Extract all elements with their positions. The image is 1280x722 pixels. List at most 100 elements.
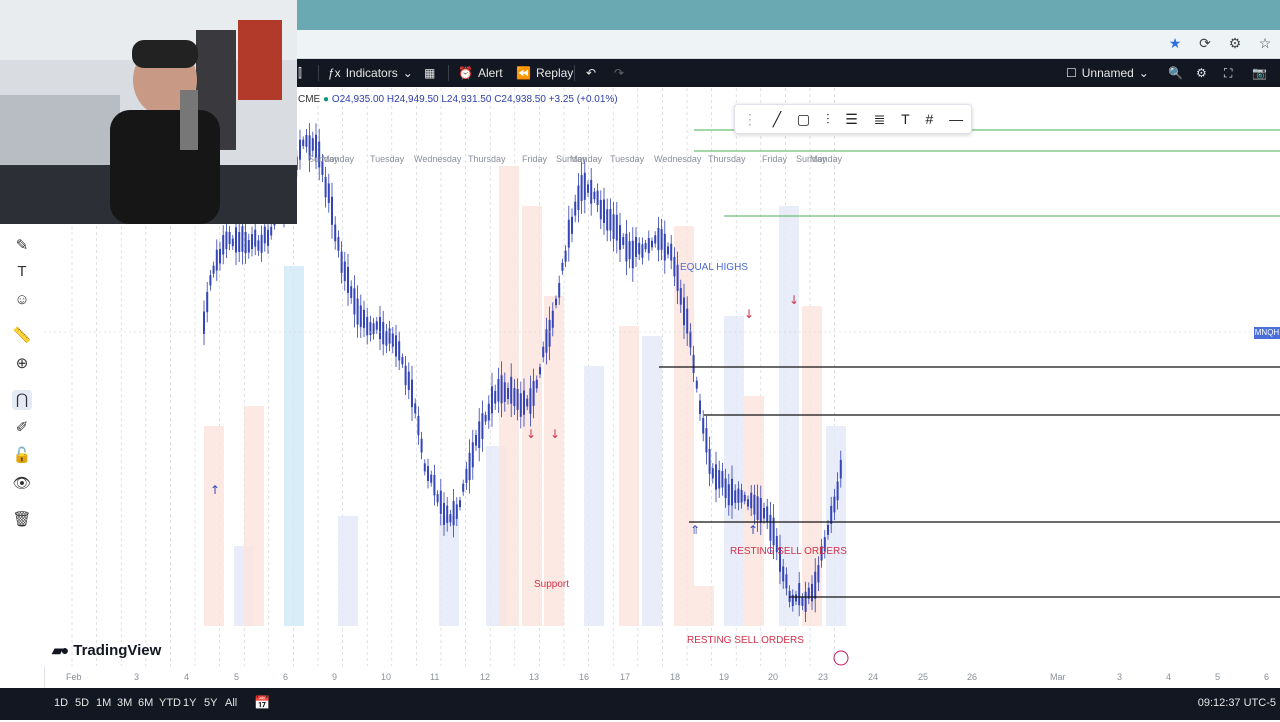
range-button-1y[interactable]: 1Y	[183, 697, 196, 709]
candle-body	[635, 237, 637, 257]
alarm-clock-icon: ⏰	[458, 66, 473, 80]
extension-icon[interactable]: ⚙	[1226, 35, 1244, 52]
text-icon[interactable]: T	[901, 111, 910, 127]
candle-body	[497, 379, 499, 402]
range-button-5y[interactable]: 5Y	[204, 697, 217, 709]
candle-body	[795, 594, 797, 601]
candle-body	[430, 475, 432, 483]
session-box	[584, 366, 604, 626]
signal-arrow: ⇑	[690, 523, 700, 537]
pattern-icon[interactable]: ☰	[845, 111, 858, 128]
range-button-3m[interactable]: 3M	[117, 697, 132, 709]
drag-handle-icon[interactable]: ⋮	[743, 111, 757, 128]
candle-body	[469, 453, 471, 480]
candle-body	[632, 241, 634, 268]
pen-brush-icon[interactable]: ✎	[12, 236, 32, 256]
text-tool-icon[interactable]: T	[12, 262, 32, 282]
trash-icon[interactable]: 🗑	[12, 510, 32, 530]
bookmark-star-icon[interactable]: ★	[1166, 35, 1184, 52]
chart-type-icon[interactable]: ⫿	[298, 59, 302, 87]
time-axis-label: 6	[283, 672, 288, 682]
horizontal-line-icon[interactable]: —	[949, 111, 963, 127]
candle-body	[699, 401, 701, 414]
market-status-dot: ●	[323, 94, 329, 105]
trendline-icon[interactable]: ╱	[773, 111, 781, 128]
time-axis-label: 20	[768, 672, 778, 682]
templates-grid-icon[interactable]: ▦	[424, 59, 435, 87]
fullscreen-icon[interactable]: ⛶	[1224, 59, 1232, 87]
candle-body	[728, 484, 730, 505]
zoom-in-icon[interactable]: ⊕	[12, 354, 32, 374]
candle-body	[427, 466, 429, 481]
candle-body	[561, 263, 563, 271]
lock-icon[interactable]: 🔓	[12, 446, 32, 466]
lightning-icon	[834, 651, 848, 665]
alert-button[interactable]: ⏰ Alert	[458, 59, 503, 87]
chevron-down-icon: ⌄	[1139, 66, 1149, 80]
candle-body	[760, 498, 762, 523]
layout-square-icon: ☐	[1066, 66, 1077, 80]
candle-body	[766, 506, 768, 521]
projection-icon[interactable]: ≣	[874, 111, 886, 128]
quick-search-icon[interactable]: 🔍	[1168, 59, 1183, 87]
candle-body	[833, 497, 835, 513]
fib-icon[interactable]: ⫶	[826, 111, 830, 128]
streamer-camera-image	[0, 0, 297, 224]
range-button-5d[interactable]: 5D	[75, 697, 89, 709]
goto-date-icon[interactable]: 📅	[254, 695, 270, 711]
day-label: Monday	[810, 154, 842, 164]
eye-icon[interactable]: 👁	[12, 474, 32, 494]
candle-body	[379, 317, 381, 339]
day-label: Friday	[522, 154, 547, 164]
layout-name-label: Unnamed	[1082, 66, 1134, 80]
magnet-icon[interactable]: ⋂	[12, 390, 32, 410]
session-box	[338, 516, 358, 626]
redo-icon[interactable]: ↷	[614, 59, 624, 87]
candle-body	[517, 389, 519, 410]
session-box	[619, 326, 639, 626]
indicators-icon: ƒx	[328, 66, 341, 80]
replay-button[interactable]: ⏪ Replay	[516, 59, 573, 87]
candle-body	[302, 140, 304, 146]
candle-body	[357, 298, 359, 324]
camera-snapshot-icon[interactable]: 📷	[1252, 59, 1267, 87]
time-axis-label: Mar	[1050, 672, 1066, 682]
range-button-1d[interactable]: 1D	[54, 697, 68, 709]
candle-body	[264, 227, 266, 244]
grid-icon[interactable]: #	[926, 111, 934, 127]
stay-in-drawing-icon[interactable]: ✐	[12, 418, 32, 438]
candle-body	[814, 572, 816, 599]
candle-body	[737, 489, 739, 503]
candle-body	[235, 227, 237, 252]
range-button-ytd[interactable]: YTD	[159, 697, 181, 709]
replay-label: Replay	[536, 66, 573, 80]
settings-gear-icon[interactable]: ⚙	[1196, 59, 1207, 87]
candle-body	[213, 266, 215, 274]
candle-body	[443, 503, 445, 525]
refresh-extension-icon[interactable]: ⟳	[1196, 35, 1214, 52]
time-axis-label: 11	[430, 672, 439, 682]
candle-body	[827, 525, 829, 535]
candle-body	[395, 335, 397, 356]
candle-body	[472, 442, 474, 467]
indicators-button[interactable]: ƒx Indicators ⌄	[328, 59, 413, 87]
tradingview-logo: ▰● TradingView	[52, 642, 161, 659]
candle-body	[712, 468, 714, 478]
clock-timezone[interactable]: 09:12:37 UTC-5	[1198, 697, 1276, 709]
candle-body	[837, 482, 839, 501]
range-button-1m[interactable]: 1M	[96, 697, 111, 709]
undo-icon[interactable]: ↶	[586, 59, 596, 87]
rectangle-icon[interactable]: ▢	[797, 111, 810, 128]
candle-body	[702, 418, 704, 434]
candle-body	[552, 311, 554, 328]
ruler-icon[interactable]: 📏	[12, 326, 32, 346]
range-button-6m[interactable]: 6M	[138, 697, 153, 709]
range-button-all[interactable]: All	[225, 697, 237, 709]
layout-name-button[interactable]: ☐ Unnamed ⌄	[1066, 59, 1149, 87]
candle-body	[459, 500, 461, 507]
candle-body	[805, 592, 807, 612]
candle-body	[241, 226, 243, 252]
candle-body	[769, 515, 771, 541]
emoji-icon[interactable]: ☺	[12, 290, 32, 310]
profile-icon[interactable]: ☆	[1256, 35, 1274, 52]
